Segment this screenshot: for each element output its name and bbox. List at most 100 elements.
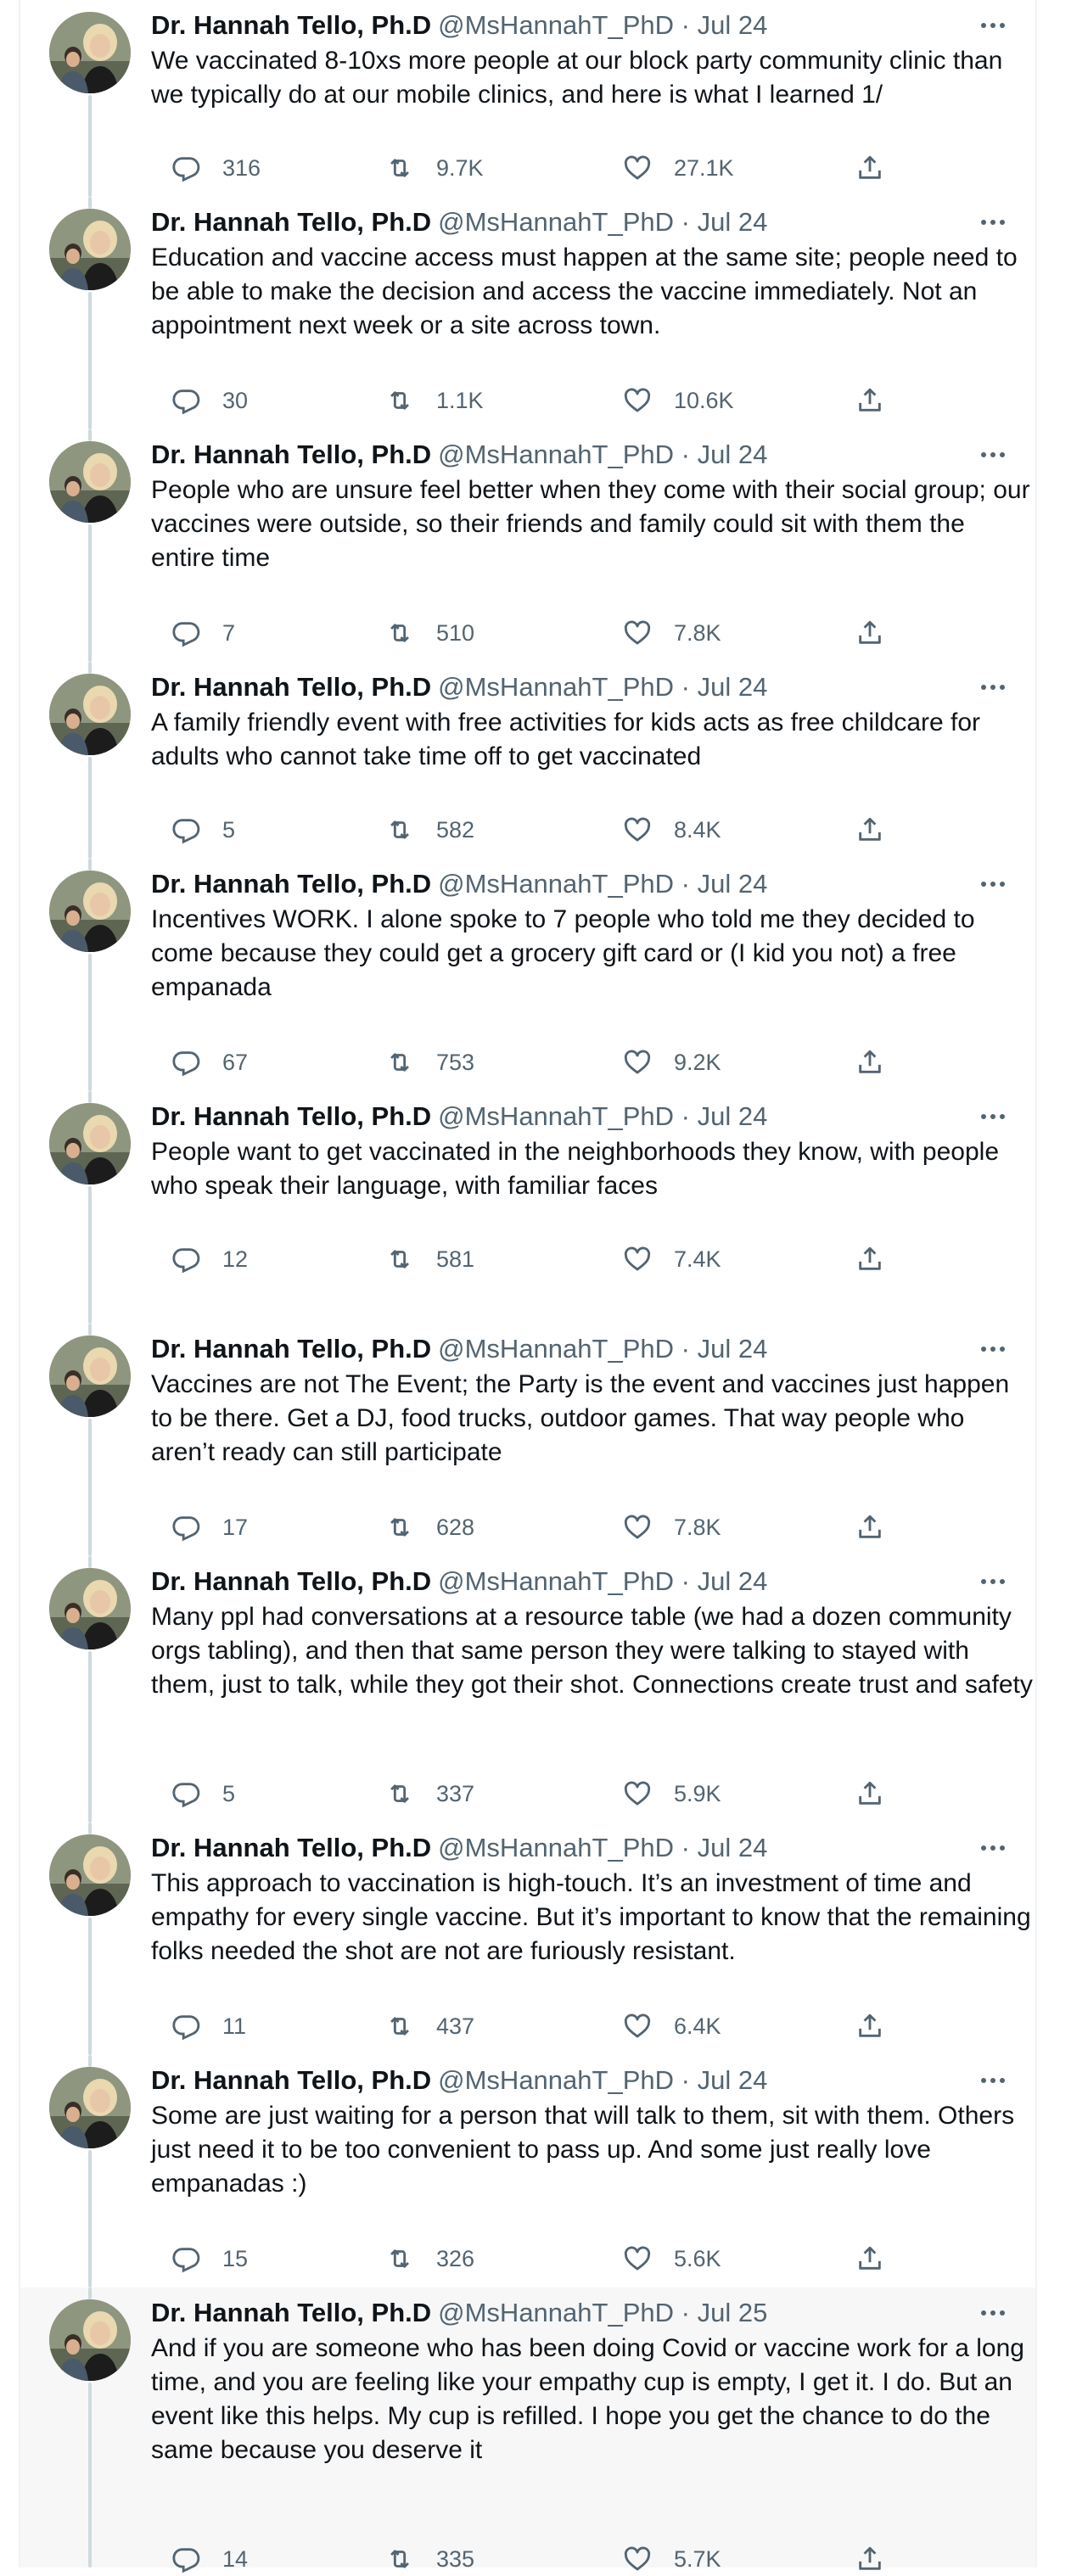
reply-button[interactable]: 67 (171, 1045, 248, 1079)
tweet-date[interactable]: Jul 24 (698, 10, 768, 40)
tweet[interactable]: Dr. Hannah Tello, Ph.D @MsHannahT_PhD · J… (20, 429, 1035, 662)
tweet-date[interactable]: Jul 25 (698, 2298, 768, 2327)
tweet-date[interactable]: Jul 24 (698, 1334, 768, 1364)
tweet[interactable]: Dr. Hannah Tello, Ph.D @MsHannahT_PhD · J… (20, 1091, 1035, 1324)
author-handle[interactable]: @MsHannahT_PhD (438, 1566, 674, 1596)
tweet[interactable]: Dr. Hannah Tello, Ph.D @MsHannahT_PhD · J… (20, 662, 1035, 859)
more-icon[interactable] (974, 869, 1012, 899)
author-name[interactable]: Dr. Hannah Tello, Ph.D (151, 1334, 431, 1364)
author-name[interactable]: Dr. Hannah Tello, Ph.D (151, 2065, 431, 2095)
tweet[interactable]: Dr. Hannah Tello, Ph.D @MsHannahT_PhD · J… (20, 1324, 1035, 1556)
avatar[interactable] (49, 441, 131, 523)
reply-button[interactable]: 11 (171, 2009, 246, 2043)
more-icon[interactable] (974, 1101, 1012, 1132)
more-icon[interactable] (974, 2065, 1012, 2096)
retweet-button[interactable]: 9.7K (385, 151, 484, 185)
reply-button[interactable]: 14 (171, 2542, 248, 2576)
avatar[interactable] (49, 1103, 131, 1184)
like-button[interactable]: 7.8K (623, 616, 721, 650)
reply-button[interactable]: 5 (171, 1777, 235, 1811)
author-name[interactable]: Dr. Hannah Tello, Ph.D (151, 207, 431, 237)
more-icon[interactable] (974, 10, 1012, 41)
more-icon[interactable] (974, 440, 1012, 470)
author-handle[interactable]: @MsHannahT_PhD (438, 1334, 674, 1364)
tweet[interactable]: Dr. Hannah Tello, Ph.D @MsHannahT_PhD · J… (20, 0, 1035, 197)
author-name[interactable]: Dr. Hannah Tello, Ph.D (151, 1101, 431, 1131)
author-handle[interactable]: @MsHannahT_PhD (438, 2065, 674, 2095)
tweet[interactable]: Dr. Hannah Tello, Ph.D @MsHannahT_PhD · J… (20, 197, 1035, 429)
more-icon[interactable] (974, 1334, 1012, 1364)
tweet[interactable]: Dr. Hannah Tello, Ph.D @MsHannahT_PhD · J… (20, 1823, 1035, 2055)
like-button[interactable]: 7.4K (623, 1242, 721, 1276)
retweet-button[interactable]: 337 (385, 1777, 474, 1811)
share-button[interactable] (855, 384, 884, 417)
author-name[interactable]: Dr. Hannah Tello, Ph.D (151, 1566, 431, 1596)
tweet[interactable]: Dr. Hannah Tello, Ph.D @MsHannahT_PhD · J… (20, 1556, 1035, 1823)
more-icon[interactable] (974, 207, 1012, 238)
more-icon[interactable] (974, 1566, 1012, 1597)
tweet-highlighted[interactable]: Dr. Hannah Tello, Ph.D @MsHannahT_PhD · J… (20, 2288, 1035, 2573)
tweet-date[interactable]: Jul 24 (698, 440, 768, 469)
share-button[interactable] (855, 616, 884, 650)
retweet-button[interactable]: 326 (385, 2242, 474, 2276)
author-name[interactable]: Dr. Hannah Tello, Ph.D (151, 2298, 431, 2327)
author-handle[interactable]: @MsHannahT_PhD (438, 207, 674, 237)
like-button[interactable]: 8.4K (623, 813, 721, 847)
like-button[interactable]: 5.7K (623, 2542, 721, 2576)
like-button[interactable]: 7.8K (623, 1510, 721, 1544)
author-handle[interactable]: @MsHannahT_PhD (438, 869, 674, 899)
tweet-date[interactable]: Jul 24 (698, 1566, 768, 1596)
avatar[interactable] (49, 209, 131, 290)
avatar[interactable] (49, 674, 131, 755)
share-button[interactable] (855, 1242, 884, 1276)
avatar[interactable] (49, 2299, 131, 2381)
avatar[interactable] (49, 871, 131, 952)
author-handle[interactable]: @MsHannahT_PhD (438, 440, 674, 469)
retweet-button[interactable]: 437 (385, 2009, 474, 2043)
avatar[interactable] (49, 12, 131, 93)
reply-button[interactable]: 7 (171, 616, 235, 650)
more-icon[interactable] (974, 672, 1012, 703)
avatar[interactable] (49, 1568, 131, 1649)
author-handle[interactable]: @MsHannahT_PhD (438, 1833, 674, 1862)
tweet-date[interactable]: Jul 24 (698, 2065, 768, 2095)
retweet-button[interactable]: 1.1K (385, 384, 484, 417)
share-button[interactable] (855, 813, 884, 847)
author-handle[interactable]: @MsHannahT_PhD (438, 10, 674, 40)
share-button[interactable] (855, 2242, 884, 2276)
author-handle[interactable]: @MsHannahT_PhD (438, 2298, 674, 2327)
tweet-date[interactable]: Jul 24 (698, 869, 768, 899)
retweet-button[interactable]: 335 (385, 2542, 474, 2576)
avatar[interactable] (49, 2067, 131, 2148)
author-handle[interactable]: @MsHannahT_PhD (438, 672, 674, 702)
tweet-date[interactable]: Jul 24 (698, 207, 768, 237)
share-button[interactable] (855, 1045, 884, 1079)
author-name[interactable]: Dr. Hannah Tello, Ph.D (151, 440, 431, 469)
reply-button[interactable]: 15 (171, 2242, 248, 2276)
tweet-date[interactable]: Jul 24 (698, 672, 768, 702)
share-button[interactable] (855, 2009, 884, 2043)
more-icon[interactable] (974, 2298, 1012, 2328)
author-name[interactable]: Dr. Hannah Tello, Ph.D (151, 869, 431, 899)
author-name[interactable]: Dr. Hannah Tello, Ph.D (151, 672, 431, 702)
retweet-button[interactable]: 753 (385, 1045, 474, 1079)
author-name[interactable]: Dr. Hannah Tello, Ph.D (151, 1833, 431, 1862)
share-button[interactable] (855, 1777, 884, 1811)
share-button[interactable] (855, 2542, 884, 2576)
reply-button[interactable]: 30 (171, 384, 248, 417)
like-button[interactable]: 10.6K (623, 384, 734, 417)
share-button[interactable] (855, 151, 884, 185)
share-button[interactable] (855, 1510, 884, 1544)
reply-button[interactable]: 12 (171, 1242, 248, 1276)
author-name[interactable]: Dr. Hannah Tello, Ph.D (151, 10, 431, 40)
avatar[interactable] (49, 1834, 131, 1916)
like-button[interactable]: 5.9K (623, 1777, 721, 1811)
retweet-button[interactable]: 581 (385, 1242, 474, 1276)
tweet-date[interactable]: Jul 24 (698, 1833, 768, 1862)
reply-button[interactable]: 17 (171, 1510, 248, 1544)
tweet[interactable]: Dr. Hannah Tello, Ph.D @MsHannahT_PhD · J… (20, 859, 1035, 1091)
like-button[interactable]: 5.6K (623, 2242, 721, 2276)
retweet-button[interactable]: 510 (385, 616, 474, 650)
more-icon[interactable] (974, 1833, 1012, 1863)
reply-button[interactable]: 5 (171, 813, 235, 847)
